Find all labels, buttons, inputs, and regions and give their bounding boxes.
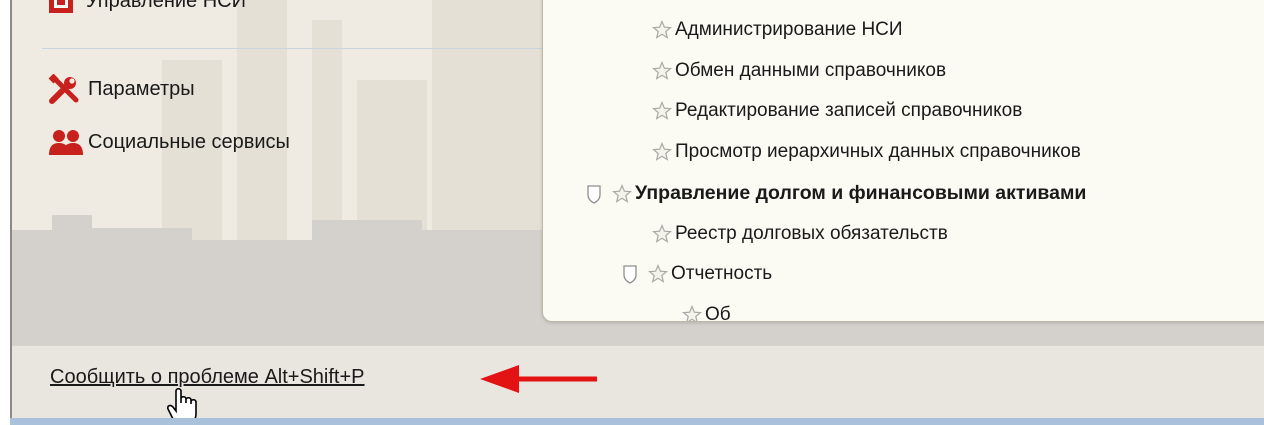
report-problem-link[interactable]: Сообщить о проблеме Alt+Shift+P — [50, 366, 365, 389]
tree-item-partial[interactable]: Об — [681, 304, 731, 322]
tree-item-label: Отчетность — [671, 263, 773, 284]
star-icon[interactable] — [651, 100, 673, 122]
tree-item-nsi-admin[interactable]: Администрирование НСИ — [651, 19, 903, 41]
footer-bar: Сообщить о проблеме Alt+Shift+P — [12, 345, 1264, 418]
nav-item-nsi[interactable]: Управление НСИ — [48, 0, 246, 14]
users-icon — [48, 125, 88, 159]
nav-item-parameters[interactable]: Параметры — [48, 72, 195, 106]
star-icon[interactable] — [651, 60, 673, 82]
tree-item-debt-registry[interactable]: Реестр долговых обязательств — [651, 223, 948, 245]
tree-item-label: Реестр долговых обязательств — [675, 223, 948, 244]
nav-item-social-services[interactable]: Социальные сервисы — [48, 125, 290, 159]
nsi-icon — [49, 0, 73, 13]
tree-item-directories-exchange[interactable]: Обмен данными справочников — [651, 60, 946, 82]
window-bottom-border — [10, 418, 1264, 425]
star-icon[interactable] — [647, 263, 669, 285]
tree-item-hierarchy-view[interactable]: Просмотр иерархичных данных справочников — [651, 141, 1081, 163]
tree-item-label: Администрирование НСИ — [675, 19, 903, 40]
favorites-dropdown: Администрирование НСИ Обмен данными спра… — [542, 0, 1264, 322]
nav-item-label: Параметры — [88, 77, 195, 100]
tree-item-label: Обмен данными справочников — [675, 60, 947, 81]
star-icon[interactable] — [681, 304, 703, 321]
tree-item-reporting[interactable]: Отчетность — [621, 263, 772, 285]
star-icon[interactable] — [651, 19, 673, 41]
shield-icon[interactable] — [621, 263, 639, 285]
star-icon[interactable] — [611, 183, 633, 205]
tree-item-label: Об — [705, 304, 731, 322]
tree-item-debt-management[interactable]: Управление долгом и финансовыми активами — [585, 182, 1086, 205]
nav-divider — [42, 48, 554, 49]
tree-item-label: Просмотр иерархичных данных справочников — [675, 141, 1081, 162]
tree-item-label: Редактирование записей справочников — [675, 100, 1023, 121]
tree-item-edit-records[interactable]: Редактирование записей справочников — [651, 100, 1022, 122]
red-arrow-annotation — [480, 365, 597, 393]
star-icon[interactable] — [651, 141, 673, 163]
star-icon[interactable] — [651, 223, 673, 245]
shield-icon[interactable] — [585, 183, 603, 205]
app-window: Управление НСИ Параметры Социальные серв… — [12, 0, 1264, 418]
wrench-screwdriver-icon — [48, 72, 88, 106]
tree-item-label: Управление долгом и финансовыми активами — [635, 182, 1087, 204]
nav-item-label: Социальные сервисы — [88, 130, 290, 153]
hand-pointer-icon — [167, 387, 197, 418]
nav-item-label: Управление НСИ — [86, 0, 246, 12]
